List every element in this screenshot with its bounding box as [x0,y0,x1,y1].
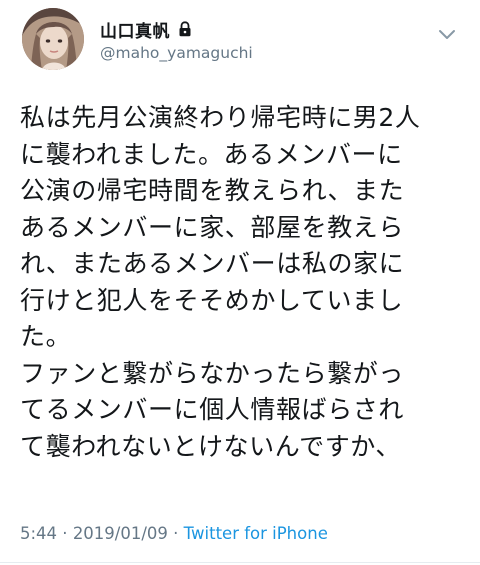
name-line: 山口真帆 [100,17,192,42]
tweet-line: あるメンバーに家、部屋を教えら [20,212,405,242]
tweet-line: ファンと繋がらなかったら繋がっ [20,358,405,388]
tweet-line: てるメンバーに個人情報ばらされ [20,395,405,424]
tweet-text: 私は先月公演終わり帰宅時に男2人 に襲われました。あるメンバーに 公演の帰宅時間… [20,100,470,465]
tweet-line: て襲われないとけないんですか、 [20,431,402,461]
lock-icon [178,21,192,37]
chevron-down-icon[interactable] [438,26,456,39]
divider [0,562,480,563]
tweet-line: た。 [20,322,72,351]
tweet-meta: 5:44 · 2019/01/09 · Twitter for iPhone [20,524,328,543]
tweet-line: 公演の帰宅時間を教えられ、また [20,176,405,205]
handle[interactable]: @maho_yamaguchi [100,44,253,62]
tweet-line: れ、またあるメンバーは私の家に [20,249,405,278]
tweet-time[interactable]: 5:44 [20,524,57,543]
tweet-date[interactable]: 2019/01/09 [73,524,168,543]
meta-separator: · [57,524,73,543]
display-name[interactable]: 山口真帆 [100,17,170,42]
tweet-line: 私は先月公演終わり帰宅時に男2人 [20,103,421,132]
avatar[interactable] [22,8,84,70]
meta-separator: · [167,524,184,543]
tweet-line: 行けと犯人をそそめかしていまし [20,285,404,315]
tweet-header: 山口真帆 @maho_yamaguchi [20,8,460,74]
tweet: 山口真帆 @maho_yamaguchi 私は先月公演終わり帰宅時に男2人 に襲… [0,0,480,565]
tweet-line: に襲われました。あるメンバーに [20,139,403,169]
tweet-source-link[interactable]: Twitter for iPhone [184,524,328,543]
